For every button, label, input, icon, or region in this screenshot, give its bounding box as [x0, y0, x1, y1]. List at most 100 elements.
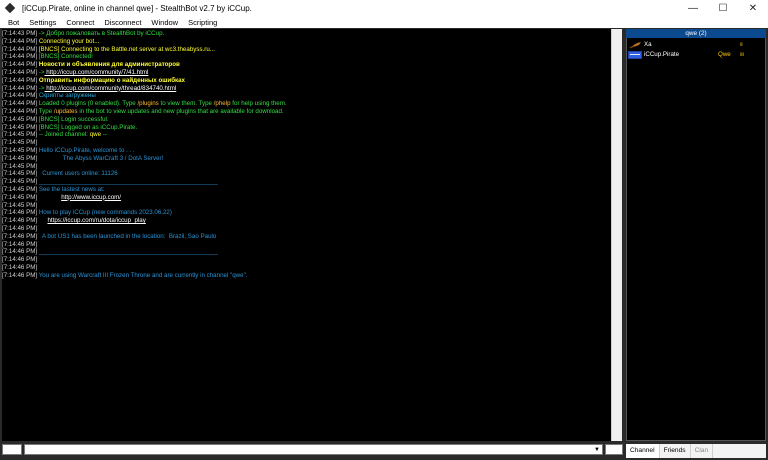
user-row[interactable]: Xa ıı	[628, 40, 764, 50]
user-name: Xa	[644, 41, 652, 48]
chat-timestamp: [7:14:45 PM]	[2, 139, 38, 147]
chat-line: [7:14:46 PM]	[2, 241, 622, 249]
chevron-down-icon[interactable]: ▼	[592, 445, 602, 454]
chat-log[interactable]: [7:14:43 PM] -> Добро пожаловать в Steal…	[2, 29, 622, 441]
menu-disconnect[interactable]: Disconnect	[99, 18, 146, 27]
chat-timestamp: [7:14:46 PM]	[2, 209, 38, 217]
chat-line: [7:14:44 PM] -> http://iccup.com/communi…	[2, 85, 622, 93]
chat-message-text: -- Joined channel:	[38, 131, 90, 139]
chat-link[interactable]: http://iccup.com/community/thread/834740…	[45, 85, 176, 92]
maximize-button[interactable]: ☐	[708, 0, 738, 16]
chat-timestamp: [7:14:44 PM]	[2, 53, 38, 61]
chat-link[interactable]: https://iccup.com/ru/dota/iccup_play	[47, 217, 145, 224]
window-controls: — ☐ ✕	[678, 0, 768, 16]
chat-timestamp: [7:14:46 PM]	[2, 224, 38, 232]
chat-line: [7:14:45 PM]	[2, 163, 622, 171]
chat-timestamp: [7:14:43 PM]	[2, 30, 38, 37]
channel-user-list[interactable]	[626, 29, 766, 441]
chat-line: [7:14:44 PM] Отправить информацию о найд…	[2, 77, 622, 85]
chat-timestamp: [7:14:45 PM]	[2, 193, 38, 201]
title-bar: [iCCup.Pirate, online in channel qwe] - …	[0, 0, 768, 16]
chat-line: [7:14:44 PM] [BNCS] Connecting to the Ba…	[2, 46, 622, 54]
chat-line: [7:14:45 PM] -- Joined channel: qwe --	[2, 131, 622, 139]
chat-link[interactable]: http://iccup.com/community/7/41.html	[45, 69, 148, 76]
chat-line: [7:14:46 PM] A bot US1 has been launched…	[2, 233, 622, 241]
chat-message-text: ________________________________________…	[38, 178, 218, 186]
chat-timestamp: [7:14:46 PM]	[2, 248, 38, 256]
chat-message-text: Loaded 0 plugins (0 enabled). Type	[38, 100, 138, 108]
chat-message-text: Type	[38, 107, 54, 115]
chat-timestamp: [7:14:46 PM]	[2, 271, 38, 279]
chat-timestamp: [7:14:44 PM]	[2, 100, 38, 108]
chat-message-text: See the lastest news at:	[38, 185, 105, 193]
chat-timestamp: [7:14:45 PM]	[2, 162, 38, 170]
menu-bot[interactable]: Bot	[3, 18, 24, 27]
chat-message-text: Отправить информацию о найденных ошибках	[38, 76, 185, 84]
chat-message-text: Новости и объявления для администраторов	[38, 61, 180, 69]
chat-message-text: Connecting your bot...	[38, 37, 100, 45]
window-title: [iCCup.Pirate, online in channel qwe] - …	[22, 3, 252, 13]
chat-message-text: qwe	[89, 131, 102, 139]
chat-timestamp: [7:14:45 PM]	[2, 146, 38, 154]
chat-message-text: [BNCS] Connected!	[38, 53, 93, 61]
chat-message-text: The Abyss WarCraft 3 / DotA Server!	[38, 154, 164, 162]
minimize-button[interactable]: —	[678, 0, 708, 16]
chat-message-text: Hello iCCup.Pirate, welcome to . . .	[38, 146, 135, 154]
chat-line: [7:14:44 PM] Новости и объявления для ад…	[2, 61, 622, 69]
chat-message-text: [BNCS] Logged on as iCCup.Pirate.	[38, 123, 138, 131]
chat-message-text: /phelp	[213, 100, 231, 108]
chat-message-text: Скрипты загружены	[38, 92, 96, 100]
close-button[interactable]: ✕	[738, 0, 768, 16]
user-name: iCCup.Pirate	[644, 51, 680, 58]
suffix-box[interactable]	[605, 444, 623, 455]
chat-message-text: [BNCS] Connecting to the Battle.net serv…	[38, 45, 215, 53]
clan-badge-icon	[628, 51, 642, 59]
chat-timestamp: [7:14:44 PM]	[2, 61, 38, 69]
lag-bars-icon: ıı	[740, 42, 743, 48]
chat-timestamp: [7:14:45 PM]	[2, 154, 38, 162]
chat-message-text: How to play iCCup (new commands 2023.06.…	[38, 209, 172, 217]
chat-line: [7:14:44 PM] [BNCS] Connected!	[2, 53, 622, 61]
menu-bar: Bot Settings Connect Disconnect Window S…	[0, 16, 768, 28]
chat-line: [7:14:44 PM] Скрипты загружены	[2, 92, 622, 100]
chat-timestamp: [7:14:44 PM]	[2, 37, 38, 45]
menu-settings[interactable]: Settings	[24, 18, 61, 27]
message-input[interactable]: ▼	[24, 444, 603, 455]
chat-timestamp: [7:14:45 PM]	[2, 201, 38, 209]
chat-message-text: Current users online: 11126	[38, 170, 118, 178]
chat-message-text: -> Добро пожаловать в StealthBot by iCCu…	[38, 30, 165, 37]
chat-line: [7:14:45 PM] Current users online: 11126	[2, 170, 622, 178]
channel-header: qwe (2)	[626, 29, 766, 38]
chat-message-text: [BNCS] Login successful.	[38, 115, 109, 123]
chat-timestamp: [7:14:44 PM]	[2, 107, 38, 115]
tab-clan[interactable]: Clan	[690, 444, 714, 458]
chat-line: [7:14:46 PM] You are using Warcraft III …	[2, 272, 622, 280]
chat-line: [7:14:45 PM] [BNCS] Login successful.	[2, 116, 622, 124]
chat-timestamp: [7:14:44 PM]	[2, 76, 38, 84]
chat-scrollbar[interactable]	[611, 29, 622, 441]
chat-timestamp: [7:14:44 PM]	[2, 45, 38, 53]
chat-line: [7:14:46 PM]	[2, 256, 622, 264]
chat-timestamp: [7:14:45 PM]	[2, 185, 38, 193]
menu-scripting[interactable]: Scripting	[183, 18, 222, 27]
chat-line: [7:14:44 PM] Loaded 0 plugins (0 enabled…	[2, 100, 622, 108]
chat-message-text: for help using them.	[230, 100, 287, 108]
menu-window[interactable]: Window	[146, 18, 183, 27]
user-row[interactable]: iCCup.Pirate Qwe ııı	[628, 50, 764, 60]
menu-connect[interactable]: Connect	[61, 18, 99, 27]
chat-timestamp: [7:14:46 PM]	[2, 232, 38, 240]
tab-channel[interactable]: Channel	[626, 444, 660, 458]
list-tabs: Channel Friends Clan	[626, 444, 766, 458]
chat-line: [7:14:45 PM] http://www.iccup.com/	[2, 194, 622, 202]
tab-friends[interactable]: Friends	[659, 444, 691, 458]
chat-timestamp: [7:14:46 PM]	[2, 263, 38, 271]
lag-bars-icon: ııı	[740, 52, 744, 58]
chat-message-text: --	[101, 131, 107, 139]
chat-link[interactable]: http://www.iccup.com/	[61, 194, 121, 201]
chat-timestamp: [7:14:44 PM]	[2, 84, 38, 92]
chat-timestamp: [7:14:46 PM]	[2, 217, 38, 225]
chat-timestamp: [7:14:46 PM]	[2, 256, 38, 264]
broom-icon	[629, 42, 641, 49]
chat-line: [7:14:45 PM] Hello iCCup.Pirate, welcome…	[2, 147, 622, 155]
prefix-box[interactable]	[2, 444, 22, 455]
